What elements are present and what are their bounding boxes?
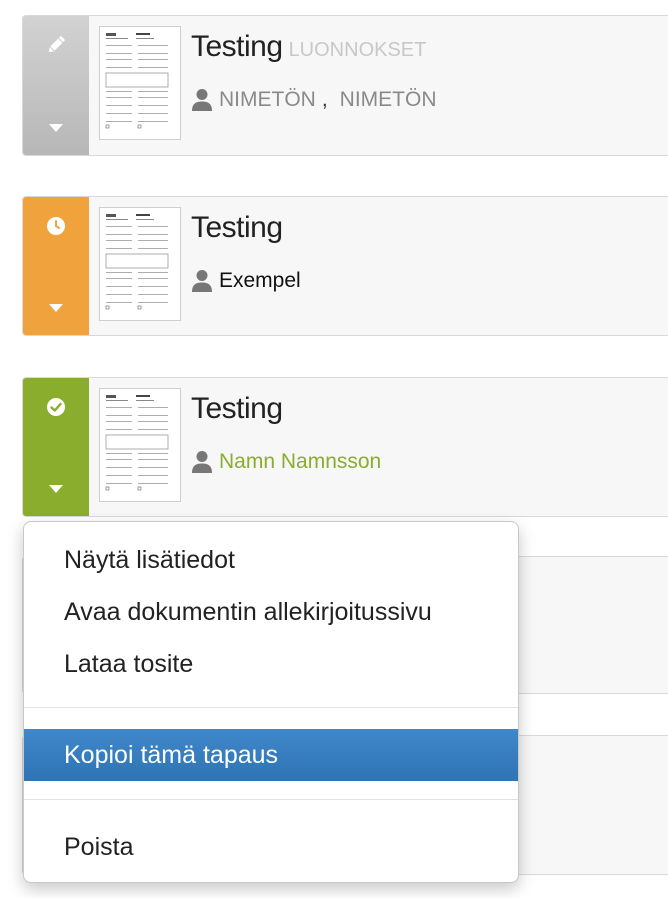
status-tag: LUONNOKSET	[288, 39, 427, 61]
chevron-down-icon[interactable]	[23, 303, 89, 313]
document-title-text: Testing	[191, 392, 283, 425]
document-thumbnail[interactable]	[99, 388, 181, 502]
menu-item-copy-case[interactable]: Kopioi tämä tapaus	[24, 729, 518, 781]
menu-item-download-receipt[interactable]: Lataa tosite	[24, 638, 518, 690]
signer-name: NIMETÖN	[339, 88, 437, 111]
menu-divider	[24, 799, 518, 800]
menu-divider	[24, 707, 518, 708]
menu-item-show-details[interactable]: Näytä lisätiedot	[24, 534, 518, 586]
document-title[interactable]: Testing	[191, 211, 283, 245]
chevron-down-icon[interactable]	[23, 123, 89, 133]
document-card[interactable]: Testing Namn Namnsson	[22, 377, 668, 517]
menu-item-open-signing-page[interactable]: Avaa dokumentin allekirjoitussivu	[24, 586, 518, 638]
signer-row: Namn Namnsson	[191, 450, 381, 474]
check-circle-icon	[23, 396, 89, 418]
context-menu: Näytä lisätiedot Avaa dokumentin allekir…	[23, 521, 519, 883]
document-card[interactable]: Testing LUONNOKSET NIMETÖN, NIMETÖN	[22, 15, 668, 156]
clock-icon	[23, 215, 89, 237]
document-card[interactable]: Testing Exempel	[22, 196, 668, 336]
status-bar-signed	[23, 378, 89, 516]
status-bar-draft	[23, 16, 89, 155]
document-title[interactable]: Testing	[191, 392, 283, 426]
document-thumbnail[interactable]	[99, 26, 181, 140]
document-title-text: Testing	[191, 211, 283, 244]
person-icon	[191, 269, 213, 293]
status-bar-pending	[23, 197, 89, 335]
signer-separator: ,	[321, 88, 328, 111]
person-icon	[191, 88, 213, 112]
document-title-text: Testing	[191, 30, 283, 63]
signer-name: NIMETÖN	[219, 88, 316, 111]
signer-name: Exempel	[219, 269, 301, 292]
signer-row: Exempel	[191, 269, 301, 293]
pencil-icon	[23, 34, 89, 56]
person-icon	[191, 450, 213, 474]
document-thumbnail[interactable]	[99, 207, 181, 321]
signer-row: NIMETÖN, NIMETÖN	[191, 88, 437, 112]
signer-name: Namn Namnsson	[219, 450, 382, 473]
document-title[interactable]: Testing LUONNOKSET	[191, 30, 426, 64]
chevron-down-icon[interactable]	[23, 484, 89, 494]
menu-item-delete[interactable]: Poista	[24, 821, 518, 873]
